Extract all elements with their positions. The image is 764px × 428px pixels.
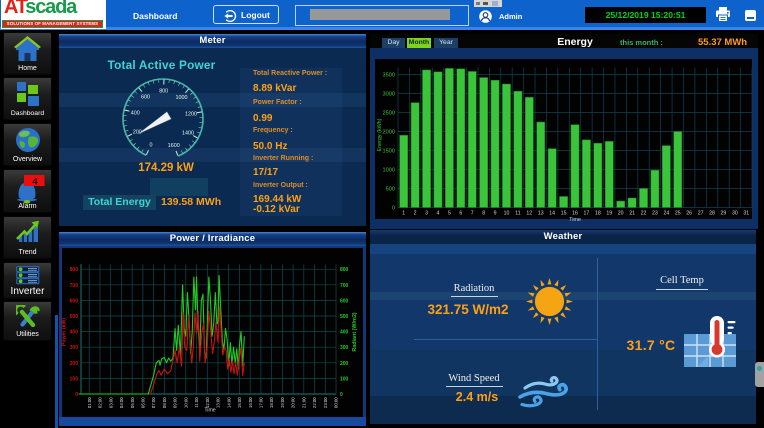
svg-text:100: 100: [70, 376, 79, 382]
svg-text:1600: 1600: [168, 143, 180, 149]
svg-text:400: 400: [70, 330, 79, 336]
svg-text:Power (kW): Power (kW): [62, 318, 68, 347]
svg-text:06:00: 06:00: [140, 397, 145, 408]
svg-text:23:00: 23:00: [323, 397, 328, 408]
svg-text:21:00: 21:00: [301, 397, 306, 408]
svg-text:Energy (kWh): Energy (kWh): [377, 118, 383, 151]
svg-text:100: 100: [340, 376, 349, 382]
svg-text:00:00: 00:00: [334, 397, 339, 408]
svg-text:04:00: 04:00: [119, 397, 124, 408]
svg-text:6: 6: [459, 211, 462, 217]
svg-text:1500: 1500: [383, 149, 395, 155]
svg-text:1000: 1000: [383, 168, 395, 174]
svg-text:03:00: 03:00: [108, 397, 113, 408]
svg-text:20: 20: [618, 211, 624, 217]
svg-text:4: 4: [437, 211, 440, 217]
svg-text:0: 0: [75, 392, 78, 398]
svg-text:08:00: 08:00: [162, 397, 167, 408]
svg-text:200: 200: [340, 361, 349, 367]
svg-text:400: 400: [340, 330, 349, 336]
svg-text:500: 500: [70, 314, 79, 320]
svg-text:3: 3: [425, 211, 428, 217]
svg-text:17: 17: [584, 211, 590, 217]
svg-text:18: 18: [595, 211, 601, 217]
svg-text:27: 27: [698, 211, 704, 217]
svg-text:Time: Time: [569, 217, 581, 223]
svg-text:300: 300: [340, 345, 349, 351]
svg-text:500: 500: [340, 314, 349, 320]
svg-text:0: 0: [392, 206, 395, 212]
svg-text:500: 500: [386, 187, 395, 193]
svg-text:9: 9: [494, 211, 497, 217]
svg-text:15:00: 15:00: [237, 397, 242, 408]
svg-text:18:00: 18:00: [269, 397, 274, 408]
svg-text:22: 22: [641, 211, 647, 217]
svg-text:19: 19: [606, 211, 612, 217]
svg-text:17:00: 17:00: [259, 397, 264, 408]
svg-text:1200: 1200: [185, 112, 197, 118]
svg-text:11: 11: [515, 211, 520, 217]
svg-text:15: 15: [561, 211, 567, 217]
svg-text:600: 600: [340, 298, 349, 304]
svg-text:12:00: 12:00: [205, 397, 210, 408]
svg-text:22:00: 22:00: [312, 397, 317, 408]
svg-text:800: 800: [159, 88, 168, 94]
svg-text:11:00: 11:00: [194, 397, 199, 408]
svg-text:29: 29: [721, 211, 727, 217]
svg-text:25: 25: [675, 211, 681, 217]
svg-text:16: 16: [572, 211, 578, 217]
svg-text:800: 800: [340, 267, 349, 273]
svg-text:26: 26: [686, 211, 692, 217]
svg-text:7: 7: [471, 211, 474, 217]
svg-text:30: 30: [732, 211, 738, 217]
svg-text:800: 800: [70, 267, 79, 273]
svg-text:10:00: 10:00: [183, 397, 188, 408]
svg-text:8: 8: [482, 211, 485, 217]
svg-text:3500: 3500: [383, 73, 395, 79]
svg-text:5: 5: [448, 211, 451, 217]
svg-text:10: 10: [504, 211, 510, 217]
svg-text:12: 12: [526, 211, 532, 217]
svg-text:0: 0: [340, 392, 343, 398]
svg-text:3000: 3000: [383, 92, 395, 98]
svg-text:28: 28: [709, 211, 715, 217]
svg-text:13:00: 13:00: [216, 397, 221, 408]
svg-text:200: 200: [70, 361, 79, 367]
svg-text:21: 21: [629, 211, 635, 217]
svg-text:Time: Time: [204, 408, 215, 414]
svg-text:05:00: 05:00: [130, 397, 135, 408]
svg-text:13: 13: [538, 211, 544, 217]
svg-text:400: 400: [131, 110, 140, 116]
svg-text:31: 31: [743, 211, 749, 217]
svg-text:23: 23: [652, 211, 658, 217]
svg-text:16:00: 16:00: [248, 397, 253, 408]
svg-text:24: 24: [663, 211, 669, 217]
svg-text:Radiant (W/m2): Radiant (W/m2): [352, 312, 358, 351]
svg-text:1: 1: [402, 211, 405, 217]
svg-text:2500: 2500: [383, 111, 395, 117]
svg-text:2: 2: [414, 211, 417, 217]
svg-text:2000: 2000: [383, 130, 395, 136]
svg-text:600: 600: [70, 298, 79, 304]
svg-text:1400: 1400: [182, 131, 194, 137]
svg-text:4: 4: [32, 176, 38, 187]
svg-text:700: 700: [340, 283, 349, 289]
svg-text:600: 600: [141, 94, 150, 100]
svg-text:700: 700: [70, 283, 79, 289]
svg-text:19:00: 19:00: [280, 397, 285, 408]
svg-text:0: 0: [150, 143, 153, 149]
svg-text:300: 300: [70, 345, 79, 351]
svg-text:20:00: 20:00: [291, 397, 296, 408]
svg-text:14:00: 14:00: [226, 397, 231, 408]
svg-text:1000: 1000: [176, 95, 188, 101]
svg-text:14: 14: [549, 211, 555, 217]
svg-text:01:00: 01:00: [87, 397, 92, 408]
svg-text:09:00: 09:00: [173, 397, 178, 408]
svg-text:02:00: 02:00: [98, 397, 103, 408]
svg-text:07:00: 07:00: [151, 397, 156, 408]
